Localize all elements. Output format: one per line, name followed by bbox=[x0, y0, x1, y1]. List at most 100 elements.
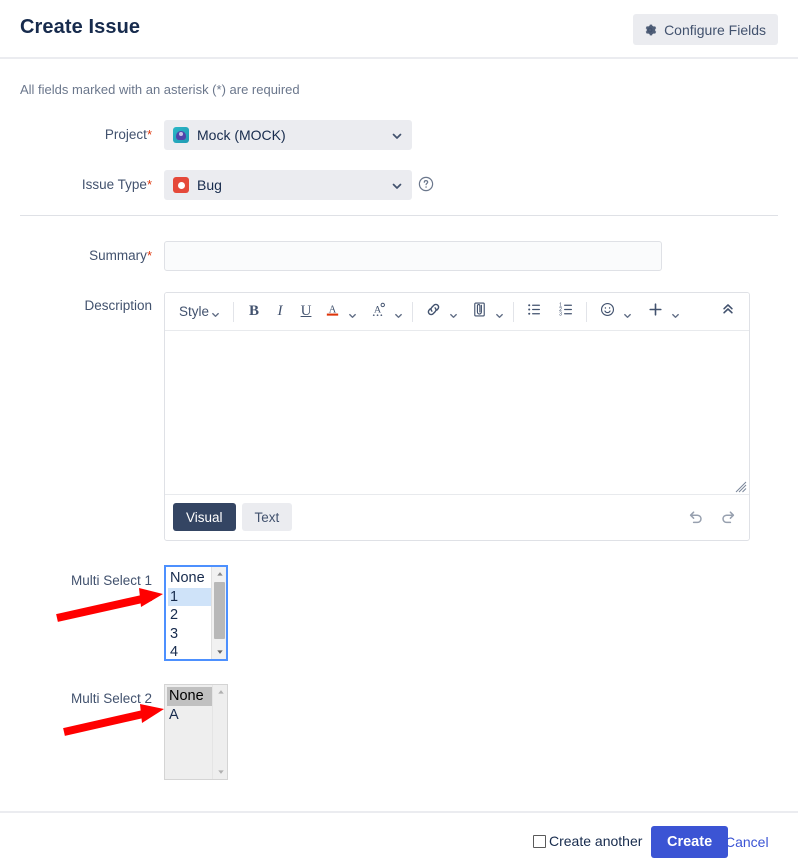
resize-handle-icon[interactable] bbox=[735, 480, 747, 493]
redo-icon[interactable] bbox=[719, 508, 737, 526]
toolbar-separator bbox=[233, 301, 235, 322]
chevron-down-icon bbox=[623, 307, 632, 318]
link-icon bbox=[425, 301, 442, 323]
issue-type-select[interactable]: Bug bbox=[164, 170, 412, 200]
arrow-to-multi-select-1 bbox=[56, 588, 163, 622]
emoji-button[interactable] bbox=[594, 298, 620, 326]
chevron-double-up-icon bbox=[720, 301, 736, 322]
link-dropdown[interactable] bbox=[446, 298, 460, 326]
list-item[interactable]: A bbox=[167, 706, 212, 725]
summary-label: Summary* bbox=[89, 248, 152, 263]
numbered-list-button[interactable]: 1 2 3 bbox=[553, 298, 579, 326]
list-item[interactable]: 3 bbox=[168, 625, 211, 644]
toolbar-separator bbox=[412, 301, 414, 322]
chevron-down-icon bbox=[394, 307, 403, 318]
question-circle-icon[interactable] bbox=[418, 176, 434, 192]
section-divider bbox=[20, 215, 778, 216]
multi-select-2-scrollbar[interactable] bbox=[212, 685, 227, 779]
page-title: Create Issue bbox=[20, 16, 141, 38]
italic-button[interactable]: I bbox=[267, 298, 293, 326]
collapse-toolbar-button[interactable] bbox=[715, 298, 741, 326]
list-item[interactable]: 4 bbox=[168, 643, 211, 659]
scroll-up-arrow-icon[interactable] bbox=[212, 567, 226, 581]
bold-button[interactable]: B bbox=[241, 298, 267, 326]
attachment-icon bbox=[471, 301, 488, 323]
description-textarea[interactable] bbox=[165, 331, 749, 495]
create-issue-page: Create Issue Configure Fields All fields… bbox=[0, 0, 798, 864]
page-header: Create Issue Configure Fields bbox=[0, 0, 798, 58]
undo-redo-group bbox=[687, 508, 741, 526]
style-label: Style bbox=[179, 304, 210, 319]
tab-text[interactable]: Text bbox=[241, 503, 293, 531]
bug-icon bbox=[173, 177, 189, 193]
list-item[interactable]: 1 bbox=[168, 587, 211, 607]
editor-toolbar: Style B I U A A 1 2 3 bbox=[165, 293, 749, 331]
multi-select-1-label: Multi Select 1 bbox=[70, 573, 152, 588]
bullet-list-button[interactable] bbox=[521, 298, 547, 326]
description-label: Description bbox=[84, 298, 152, 313]
svg-text:3: 3 bbox=[559, 311, 562, 317]
list-item[interactable]: None bbox=[168, 569, 211, 588]
multi-select-2[interactable]: None A bbox=[164, 684, 228, 780]
chevron-down-icon bbox=[671, 307, 680, 318]
attachment-dropdown[interactable] bbox=[492, 298, 506, 326]
project-avatar-icon bbox=[173, 127, 189, 143]
project-label: Project* bbox=[104, 127, 152, 142]
chevron-down-icon bbox=[348, 307, 357, 318]
text-color-dropdown[interactable] bbox=[345, 298, 359, 326]
text-color-icon: A bbox=[324, 301, 341, 323]
list-item[interactable]: None bbox=[167, 687, 212, 706]
emoji-icon bbox=[599, 301, 616, 323]
configure-fields-button[interactable]: Configure Fields bbox=[633, 14, 778, 45]
underline-button[interactable]: U bbox=[293, 298, 319, 326]
chevron-down-icon bbox=[391, 179, 403, 191]
text-highlight-button[interactable]: A bbox=[365, 298, 391, 326]
multi-select-2-label: Multi Select 2 bbox=[70, 691, 152, 706]
chevron-down-icon bbox=[449, 307, 458, 318]
tab-visual[interactable]: Visual bbox=[173, 503, 236, 531]
link-button[interactable] bbox=[420, 298, 446, 326]
page-footer: Create another Create Cancel bbox=[0, 813, 798, 864]
toolbar-separator bbox=[586, 301, 588, 322]
emoji-dropdown[interactable] bbox=[620, 298, 634, 326]
list-item[interactable]: 2 bbox=[168, 606, 211, 625]
undo-icon[interactable] bbox=[687, 508, 705, 526]
create-button[interactable]: Create bbox=[651, 826, 729, 858]
editor-footer: Visual Text bbox=[165, 495, 749, 539]
arrow-to-multi-select-2 bbox=[63, 704, 164, 736]
insert-more-dropdown[interactable] bbox=[668, 298, 682, 326]
text-highlight-dropdown[interactable] bbox=[391, 298, 405, 326]
chevron-down-icon bbox=[391, 129, 403, 141]
issue-type-select-value: Bug bbox=[197, 177, 222, 193]
create-another-checkbox[interactable]: Create another bbox=[533, 833, 642, 849]
scroll-up-arrow-icon[interactable] bbox=[213, 685, 227, 699]
bullet-list-icon bbox=[526, 301, 543, 323]
style-dropdown[interactable]: Style bbox=[173, 298, 226, 326]
multi-select-1-scrollbar[interactable] bbox=[211, 567, 226, 659]
multi-select-1[interactable]: None 1 2 3 4 5 bbox=[164, 565, 228, 661]
multi-select-2-options: None A bbox=[165, 685, 212, 779]
attachment-button[interactable] bbox=[466, 298, 492, 326]
insert-more-button[interactable] bbox=[642, 298, 668, 326]
scrollbar-thumb[interactable] bbox=[214, 582, 225, 639]
chevron-down-icon bbox=[211, 307, 220, 317]
text-highlight-icon: A bbox=[370, 301, 387, 323]
toolbar-separator bbox=[513, 301, 515, 322]
cancel-link[interactable]: Cancel bbox=[725, 834, 769, 850]
multi-select-1-options: None 1 2 3 4 5 bbox=[166, 567, 211, 659]
scroll-down-arrow-icon[interactable] bbox=[212, 645, 226, 659]
text-color-button[interactable]: A bbox=[319, 298, 345, 326]
required-fields-note: All fields marked with an asterisk (*) a… bbox=[20, 82, 300, 97]
numbered-list-icon: 1 2 3 bbox=[558, 301, 575, 323]
issue-type-label: Issue Type* bbox=[81, 177, 152, 192]
summary-input[interactable] bbox=[164, 241, 662, 271]
scroll-down-arrow-icon[interactable] bbox=[213, 765, 227, 779]
create-another-label: Create another bbox=[549, 833, 643, 849]
project-select-value: Mock (MOCK) bbox=[197, 127, 286, 143]
plus-icon bbox=[647, 301, 664, 323]
checkbox-box[interactable] bbox=[533, 834, 546, 848]
svg-text:A: A bbox=[373, 304, 381, 315]
chevron-down-icon bbox=[495, 307, 504, 318]
description-editor: Style B I U A A 1 2 3 Visual Text bbox=[164, 292, 750, 541]
project-select[interactable]: Mock (MOCK) bbox=[164, 120, 412, 150]
